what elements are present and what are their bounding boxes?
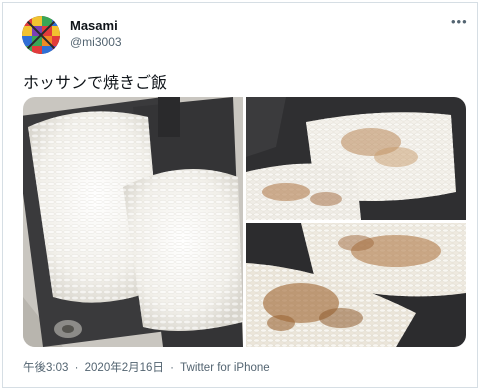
grilled-rice-photo-1[interactable] xyxy=(246,97,466,220)
tweet-source[interactable]: Twitter for iPhone xyxy=(180,362,269,374)
meta-separator: · xyxy=(74,362,79,374)
media-grid xyxy=(23,97,466,347)
rice-in-hotsand-maker-photo[interactable] xyxy=(23,97,243,347)
tweet-time[interactable]: 午後3:03 xyxy=(23,362,68,374)
grilled-rice-photo-2[interactable] xyxy=(246,223,466,347)
more-horizontal-icon: ••• xyxy=(451,14,468,29)
more-options-button[interactable]: ••• xyxy=(451,14,468,29)
avatar-image xyxy=(22,16,60,54)
display-name[interactable]: Masami xyxy=(70,18,118,33)
tweet-date[interactable]: 2020年2月16日 xyxy=(85,362,164,374)
tweet-text: ホッサンで焼きご飯 xyxy=(23,75,168,92)
meta-separator: · xyxy=(170,362,174,374)
tweet-meta: 午後3:03 · 2020年2月16日 · Twitter for iPhone xyxy=(23,359,273,375)
tweet-card: Masami @mi3003 ••• ホッサンで焼きご飯 午後3:03 · 20… xyxy=(2,2,478,388)
user-handle[interactable]: @mi3003 xyxy=(70,35,122,49)
avatar[interactable] xyxy=(22,16,60,54)
